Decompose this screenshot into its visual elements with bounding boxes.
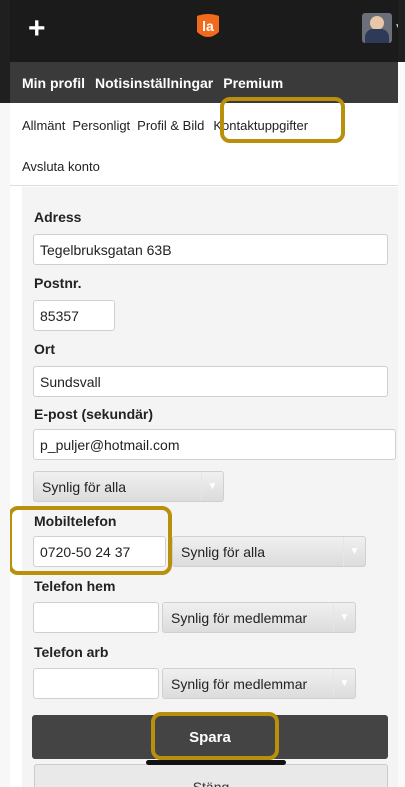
avatar[interactable] xyxy=(362,13,392,43)
screen: + la ▼ Min profil Notisinställningar Pre… xyxy=(0,0,405,787)
chevron-down-icon: ▼ xyxy=(201,472,223,501)
tab-min-profil[interactable]: Min profil xyxy=(22,75,85,91)
phone-home-visibility-value: Synlig för medlemmar xyxy=(171,609,308,626)
phone-work-visibility-value: Synlig för medlemmar xyxy=(171,675,308,692)
chevron-down-icon: ▼ xyxy=(333,669,355,698)
highlight-save xyxy=(151,712,279,760)
city-field[interactable]: Sundsvall xyxy=(33,366,388,397)
chevron-down-icon[interactable]: ▼ xyxy=(394,22,398,33)
phone-work-visibility-select[interactable]: Synlig för medlemmar ▼ xyxy=(162,668,356,699)
divider xyxy=(10,185,398,186)
postcode-label: Postnr. xyxy=(34,275,82,291)
tab-notisinstallningar[interactable]: Notisinställningar xyxy=(95,75,213,91)
phone-work-field[interactable] xyxy=(33,668,159,699)
chevron-down-icon: ▼ xyxy=(333,603,355,632)
logo-text: la xyxy=(202,18,214,34)
contact-form: Adress Tegelbruksgatan 63B Postnr. 85357… xyxy=(22,187,398,787)
plus-icon[interactable]: + xyxy=(28,14,46,44)
city-label: Ort xyxy=(34,341,55,357)
home-indicator xyxy=(146,760,286,765)
phone-home-field[interactable] xyxy=(33,602,159,633)
postcode-field[interactable]: 85357 xyxy=(33,300,115,331)
mobile-visibility-select[interactable]: Synlig för alla ▼ xyxy=(172,536,366,567)
email-visibility-select[interactable]: Synlig för alla ▼ xyxy=(33,471,224,502)
settings-page: + la ▼ Min profil Notisinställningar Pre… xyxy=(10,0,398,787)
background-window-left xyxy=(0,0,10,787)
top-navigation-bar: + la ▼ xyxy=(10,0,398,62)
phone-work-label: Telefon arb xyxy=(34,644,109,660)
subtab-personligt[interactable]: Personligt xyxy=(72,118,130,133)
chevron-down-icon: ▼ xyxy=(343,537,365,566)
subtab-allmant[interactable]: Allmänt xyxy=(22,118,65,133)
address-label: Adress xyxy=(34,209,82,225)
phone-home-label: Telefon hem xyxy=(34,578,116,594)
highlight-contact-tab xyxy=(220,97,345,143)
highlight-mobile xyxy=(10,506,172,575)
phone-home-visibility-select[interactable]: Synlig för medlemmar ▼ xyxy=(162,602,356,633)
email-label: E-post (sekundär) xyxy=(34,406,154,422)
email-visibility-value: Synlig för alla xyxy=(42,478,127,495)
delete-account-link[interactable]: Avsluta konto xyxy=(10,147,398,185)
close-button[interactable]: Stäng xyxy=(34,764,388,787)
profile-tabs: Min profil Notisinställningar Premium xyxy=(10,62,398,103)
address-field[interactable]: Tegelbruksgatan 63B xyxy=(33,234,388,265)
tab-premium[interactable]: Premium xyxy=(223,75,283,91)
background-window-right xyxy=(398,0,405,787)
la-logo[interactable]: la xyxy=(193,12,223,42)
subtab-profil-bild[interactable]: Profil & Bild xyxy=(137,118,204,133)
email-field[interactable]: p_puljer@hotmail.com xyxy=(33,429,396,460)
mobile-visibility-value: Synlig för alla xyxy=(181,543,266,560)
